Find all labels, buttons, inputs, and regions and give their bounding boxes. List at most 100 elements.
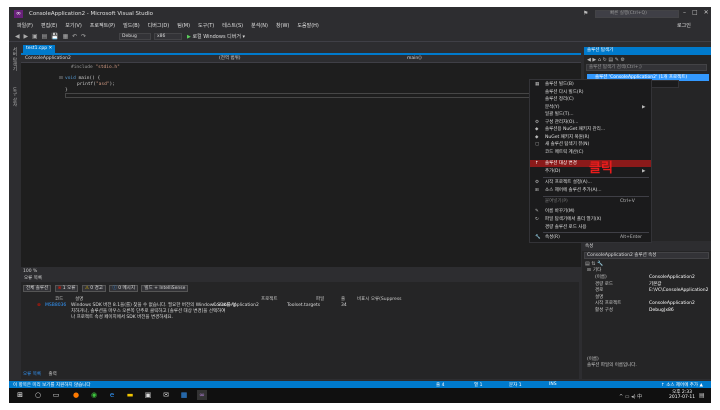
- build-filter-select[interactable]: 빌드 + IntelliSense: [141, 285, 189, 292]
- nav-project-select[interactable]: ConsoleApplication2: [25, 56, 215, 62]
- nav-member-select[interactable]: main(): [407, 56, 577, 62]
- start-icon[interactable]: ⊞: [15, 390, 25, 400]
- run-debugger-button[interactable]: ▶ 로컬 Windows 디버거 ▾: [187, 33, 245, 40]
- col-suppression[interactable]: 비표시 오류(Suppress: [357, 296, 402, 302]
- nav-scope-select[interactable]: (전역 범위): [219, 56, 399, 62]
- error-line: 34: [341, 303, 347, 308]
- menu-tools[interactable]: 도구(T): [198, 21, 214, 31]
- prop-row[interactable]: 시작 프로젝트 ConsoleApplication2: [589, 301, 709, 307]
- warnings-filter-button[interactable]: ⚠ 0 경고: [81, 285, 106, 292]
- solution-search-input[interactable]: 솔루션 탐색기 검색(Ctrl+;): [586, 64, 707, 71]
- ctx-properties[interactable]: 🔧 속성(R) Alt+Enter: [530, 234, 651, 241]
- ctx-batch-build[interactable]: 일괄 빌드(T)...: [530, 111, 651, 118]
- prop-row[interactable]: 활성 구성 Debug|x86: [589, 308, 709, 314]
- taskbar-clock[interactable]: 오후 2:33 2017-07-11: [669, 390, 695, 400]
- edge-icon[interactable]: e: [107, 390, 117, 400]
- ctx-config-manager[interactable]: ⚙ 구성 관리자(O)...: [530, 119, 651, 126]
- menu-help[interactable]: 도움말(H): [297, 21, 318, 31]
- properties-toolbar[interactable]: ▤ ⇅ 🔧: [585, 261, 603, 267]
- ctx-rebuild-solution[interactable]: 솔루션 다시 빌드(R): [530, 89, 651, 96]
- col-file[interactable]: 파일: [316, 296, 324, 302]
- window-controls[interactable]: –□✕: [683, 9, 711, 16]
- prop-category[interactable]: ⊟ 기타: [585, 268, 705, 274]
- app-icon[interactable]: ▦: [179, 390, 189, 400]
- notification-icon[interactable]: ▤: [699, 392, 705, 399]
- file-explorer-icon[interactable]: ▬: [125, 390, 135, 400]
- col-line[interactable]: 줄: [341, 296, 345, 302]
- app-icon[interactable]: ●: [71, 390, 81, 400]
- quick-launch-input[interactable]: 빠른 실행(Ctrl+Q): [595, 10, 679, 18]
- prop-row[interactable]: 경량 로드 기본값: [589, 282, 709, 288]
- errors-filter-button[interactable]: ⊗ 1 오류: [54, 285, 79, 292]
- menu-build[interactable]: 빌드(B): [123, 21, 140, 31]
- scope-select[interactable]: 전체 솔루션: [23, 285, 52, 292]
- platform-select[interactable]: x86: [154, 33, 182, 40]
- menu-debug[interactable]: 디버그(D): [148, 21, 170, 31]
- tab-error-list[interactable]: 오류 목록: [23, 372, 41, 377]
- build-icon: ▦: [535, 82, 540, 87]
- vs-screen: ∞ ConsoleApplication2 - Microsoft Visual…: [9, 7, 711, 403]
- bottom-tabs: 오류 목록 출력: [23, 371, 57, 377]
- retarget-icon: ↑: [535, 161, 539, 166]
- menu-window[interactable]: 창(W): [276, 21, 289, 31]
- ctx-clean-solution[interactable]: 솔루션 정리(C): [530, 96, 651, 103]
- folder-icon: ↻: [535, 217, 539, 222]
- warning-icon: ⚠: [84, 286, 89, 291]
- ctx-paste[interactable]: 붙여넣기(P) Ctrl+V: [530, 198, 651, 205]
- zoom-level[interactable]: 100 %: [23, 269, 37, 274]
- menu-file[interactable]: 파일(F): [17, 21, 33, 31]
- col-code[interactable]: 코드: [55, 296, 63, 302]
- code-line-3: void main() {: [65, 76, 101, 81]
- status-bar: [9, 381, 711, 388]
- visual-studio-icon[interactable]: ∞: [197, 390, 207, 400]
- menu-project[interactable]: 프로젝트(P): [90, 21, 115, 31]
- messages-filter-button[interactable]: ⓘ 0 메시지: [109, 285, 138, 292]
- ctx-add-source-control[interactable]: ⊞ 소스 제어에 솔루션 추가(A)...: [530, 187, 651, 194]
- tab-toolbox[interactable]: 도구 상자: [11, 87, 17, 106]
- store-icon[interactable]: ▣: [143, 390, 153, 400]
- window-title: ConsoleApplication2 - Microsoft Visual S…: [29, 11, 154, 17]
- solution-explorer-toolbar[interactable]: ◀ ▶ ⌂ ↻ ▤ ✎ ⚙: [587, 57, 625, 63]
- login-link[interactable]: 로그인: [677, 22, 691, 29]
- prop-row[interactable]: 설명: [589, 295, 709, 301]
- ctx-rename[interactable]: ✎ 이름 바꾸기(M): [530, 208, 651, 215]
- window-icon: ▢: [535, 142, 540, 147]
- error-file: Toolset.targets: [287, 303, 321, 308]
- menu-team[interactable]: 팀(M): [177, 21, 190, 31]
- tab-output[interactable]: 출력: [48, 372, 56, 377]
- task-view-icon[interactable]: ▭: [51, 390, 61, 400]
- menu-edit[interactable]: 편집(E): [41, 21, 57, 31]
- menu-view[interactable]: 보기(V): [65, 21, 82, 31]
- menu-analyze[interactable]: 분석(N): [251, 21, 268, 31]
- ctx-analyze[interactable]: 분석(Y) ▶: [530, 104, 651, 111]
- col-project[interactable]: 프로젝트: [261, 296, 278, 302]
- properties-subject-select[interactable]: ConsoleApplication2 솔루션 속성: [584, 252, 709, 259]
- config-select[interactable]: Debug: [119, 33, 151, 40]
- ctx-manage-nuget[interactable]: ◆ 솔루션용 NuGet 패키지 관리...: [530, 126, 651, 133]
- tab-test1-cpp[interactable]: test1.cpp ✕: [23, 45, 56, 53]
- fold-toggle-icon[interactable]: ⊟: [59, 76, 63, 81]
- mail-icon[interactable]: ✉: [161, 390, 171, 400]
- ctx-new-explorer-view[interactable]: ▢ 새 솔루션 탐색기 뷰(N): [530, 141, 651, 148]
- ctx-lightweight-load[interactable]: 경량 솔루션 로드 사용: [530, 224, 651, 231]
- tab-server-explorer[interactable]: 서버 탐색기: [11, 47, 17, 71]
- solution-explorer-header: 솔루션 탐색기: [584, 47, 711, 55]
- col-description[interactable]: 설명: [75, 296, 83, 302]
- feedback-flag-icon[interactable]: ⚑: [583, 10, 588, 17]
- ctx-build-solution[interactable]: ▦ 솔루션 빌드(B): [530, 81, 651, 88]
- ctx-open-folder[interactable]: ↻ 파일 탐색기에서 폴더 열기(X): [530, 216, 651, 223]
- search-icon[interactable]: ○: [33, 390, 43, 400]
- ctx-restore-nuget[interactable]: ◆ NuGet 패키지 복원(R): [530, 134, 651, 141]
- chrome-icon[interactable]: ◉: [89, 390, 99, 400]
- prop-row[interactable]: (이름) ConsoleApplication2: [589, 275, 709, 281]
- chevron-right-icon: ▶: [642, 169, 646, 174]
- prop-row[interactable]: 경로 E:\VC\ConsoleApplication2: [589, 288, 709, 294]
- ctx-set-startup[interactable]: ⚙ 시작 프로젝트 설정(A)...: [530, 179, 651, 186]
- tray-icons[interactable]: ^ ▭ ◂) 中: [619, 393, 642, 400]
- error-code-link[interactable]: MSB8036: [45, 303, 66, 309]
- toolbar-icons[interactable]: ◀ ▶ ▣ ▤ 💾 ▦ ↶ ↷: [15, 33, 87, 40]
- gear-icon: ⚙: [535, 180, 540, 185]
- ctx-code-metrics[interactable]: 코드 메트릭 계산(C): [530, 149, 651, 156]
- gear-icon: ⚙: [535, 119, 540, 125]
- menu-test[interactable]: 테스트(S): [222, 21, 243, 31]
